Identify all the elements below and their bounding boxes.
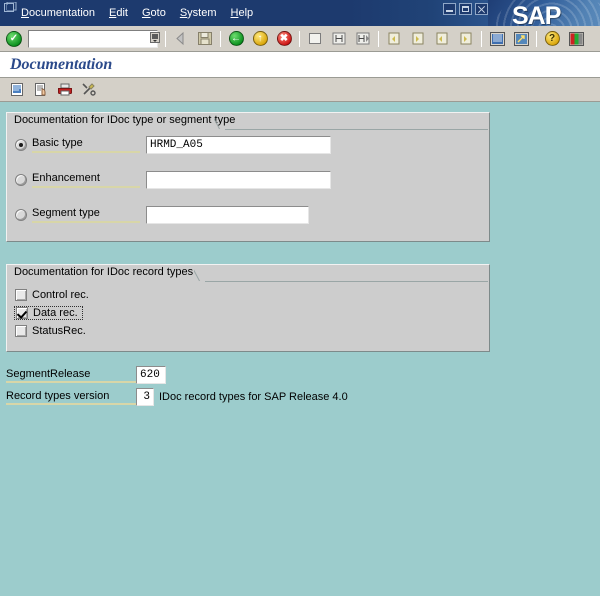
window-controls (443, 3, 488, 15)
menu-item-documentation[interactable]: Documentation (14, 5, 102, 21)
command-field-arrow-icon[interactable] (150, 32, 160, 43)
group-title-slash (214, 114, 228, 129)
application-toolbar (0, 78, 600, 102)
back-green-icon[interactable]: ← (225, 28, 247, 49)
maximize-icon[interactable] (459, 3, 472, 15)
radio-basic-type[interactable] (15, 139, 27, 151)
page-title: Documentation (10, 55, 113, 73)
history-back-icon[interactable] (170, 28, 192, 49)
field-row-record-types-version: Record types version IDoc record types f… (0, 388, 600, 406)
checkbox-control-rec[interactable] (15, 288, 27, 301)
checkbox-data-rec[interactable] (16, 306, 28, 319)
focus-outline: Data rec. (14, 305, 83, 320)
option-row-segment-type: Segment type (7, 205, 489, 225)
document-hand-icon[interactable] (30, 79, 51, 100)
input-segment-type[interactable] (146, 206, 309, 224)
customize-local-layout-icon[interactable] (565, 28, 587, 49)
field-row-segment-release: SegmentRelease (0, 366, 600, 384)
radio-label-enhancement: Enhancement (32, 172, 140, 188)
help-icon[interactable]: ? (541, 28, 563, 49)
checkbox-label-status-rec: StatusRec. (32, 324, 86, 337)
checkbox-status-rec[interactable] (15, 324, 27, 337)
radio-segment-type[interactable] (15, 209, 27, 221)
group-title-slash (194, 266, 208, 281)
checkbox-row-data-rec: Data rec. (7, 304, 489, 321)
last-page-icon[interactable] (455, 28, 477, 49)
group-record-types-title: Documentation for IDoc record types (14, 266, 194, 278)
checkbox-label-control-rec: Control rec. (32, 288, 89, 301)
label-segment-release: SegmentRelease (6, 368, 136, 383)
close-icon[interactable] (475, 3, 488, 15)
input-segment-release[interactable] (136, 366, 166, 384)
option-row-enhancement: Enhancement (7, 170, 489, 190)
menu-item-edit[interactable]: Edit (102, 5, 135, 21)
input-record-types-version[interactable] (136, 388, 154, 406)
description-record-types-version: IDoc record types for SAP Release 4.0 (159, 391, 348, 403)
checkbox-row-status-rec: StatusRec. (7, 322, 489, 339)
find-next-icon[interactable] (352, 28, 374, 49)
create-shortcut-icon[interactable] (510, 28, 532, 49)
find-icon[interactable] (328, 28, 350, 49)
option-row-basic-type: Basic type (7, 135, 489, 155)
input-basic-type[interactable] (146, 136, 331, 154)
group-record-types: Documentation for IDoc record types Cont… (6, 264, 490, 352)
minimize-icon[interactable] (443, 3, 456, 15)
print-doc-icon[interactable] (54, 79, 75, 100)
checkbox-label-data-rec: Data rec. (33, 306, 78, 319)
radio-label-segment-type: Segment type (32, 207, 140, 223)
previous-page-icon[interactable] (407, 28, 429, 49)
menu-item-help[interactable]: Help (224, 5, 261, 21)
save-icon[interactable] (194, 28, 216, 49)
menu-item-goto[interactable]: Goto (135, 5, 173, 21)
label-record-types-version: Record types version (6, 390, 136, 405)
bottom-fields: SegmentRelease Record types version IDoc… (0, 366, 600, 406)
group-title-rule (205, 281, 488, 282)
checkbox-row-control-rec: Control rec. (7, 286, 489, 303)
radio-label-basic-type: Basic type (32, 137, 140, 153)
group-title-rule (225, 129, 488, 130)
title-strip: Documentation (0, 52, 600, 78)
screen-canvas: Documentation for IDoc type or segment t… (0, 102, 600, 596)
create-session-icon[interactable] (486, 28, 508, 49)
display-document-icon[interactable] (6, 79, 27, 100)
input-enhancement[interactable] (146, 171, 331, 189)
green-check-enter-icon[interactable]: ✓ (3, 28, 25, 49)
radio-enhancement[interactable] (15, 174, 27, 186)
next-page-icon[interactable] (431, 28, 453, 49)
command-input[interactable] (28, 29, 158, 48)
menu-bar: Documentation Edit Goto System Help (14, 0, 260, 26)
exit-yellow-icon[interactable]: ↑ (249, 28, 271, 49)
cancel-red-icon[interactable]: ✖ (273, 28, 295, 49)
function-toolbar: ✓ ← ↑ ✖ ? (0, 26, 600, 52)
group-idoc-type-title: Documentation for IDoc type or segment t… (14, 114, 236, 126)
print-icon[interactable] (304, 28, 326, 49)
group-idoc-type: Documentation for IDoc type or segment t… (6, 112, 490, 242)
first-page-icon[interactable] (383, 28, 405, 49)
menu-item-system[interactable]: System (173, 5, 224, 21)
parser-tools-icon[interactable] (78, 79, 99, 100)
